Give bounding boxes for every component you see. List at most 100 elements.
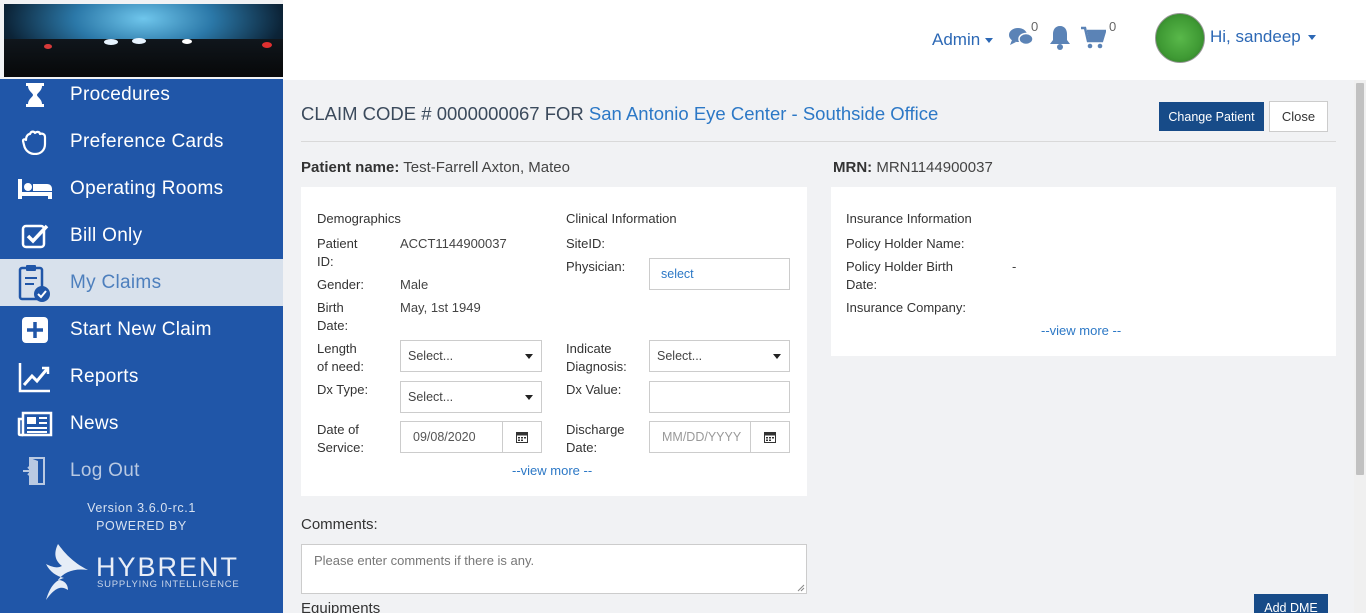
clinical-heading: Clinical Information [566, 211, 677, 226]
birth-date-value: May, 1st 1949 [400, 300, 481, 315]
cart-count: 0 [1109, 19, 1117, 34]
chevron-down-icon [525, 395, 533, 400]
gender-value: Male [400, 277, 429, 292]
patient-name-label: Patient name: [301, 159, 400, 176]
chevron-down-icon [525, 354, 533, 359]
hybrent-wing-icon [46, 544, 88, 600]
dx-value-label: Dx Value: [566, 382, 622, 397]
mrn-value: MRN1144900037 [876, 159, 993, 176]
dx-value-input[interactable] [649, 381, 790, 413]
admin-menu[interactable]: Admin [932, 30, 994, 50]
sidebar-item-label: Operating Rooms [70, 177, 224, 199]
patient-name-row: Patient name: Test-Farrell Axton, Mateo [301, 159, 570, 176]
scrollbar-thumb[interactable] [1356, 83, 1364, 475]
sidebar-item-label: My Claims [70, 271, 162, 293]
sidebar-item-label: Log Out [70, 459, 140, 481]
site-id-label: SiteID: [566, 236, 606, 251]
comments-textarea[interactable]: Please enter comments if there is any. [301, 544, 807, 594]
chevron-down-icon [1307, 35, 1316, 41]
checkbox-icon [0, 223, 70, 249]
clipboard-check-icon [0, 263, 70, 303]
messages-count: 0 [1031, 19, 1039, 34]
dx-type-select[interactable]: Select... [400, 381, 542, 413]
insurance-card: Insurance Information Policy Holder Name… [831, 187, 1336, 356]
close-button[interactable]: Close [1269, 101, 1328, 132]
discharge-date-label: Discharge Date: [566, 422, 625, 455]
patient-id-label: Patient ID: [317, 236, 358, 269]
change-patient-button[interactable]: Change Patient [1159, 102, 1264, 131]
comments-label: Comments: [301, 516, 378, 533]
chart-line-icon [0, 361, 70, 393]
user-greeting: Hi, sandeep [1210, 27, 1301, 46]
view-more-link[interactable]: --view more -- [512, 463, 592, 478]
page-title: CLAIM CODE # 0000000067 FOR San Antonio … [301, 103, 938, 125]
chevron-down-icon [985, 38, 994, 44]
chevron-down-icon [773, 354, 781, 359]
newspaper-icon [0, 411, 70, 437]
insurance-view-more-link[interactable]: --view more -- [1041, 323, 1121, 338]
sidebar-item-label: Start New Claim [70, 318, 212, 340]
sidebar-item-label: Reports [70, 365, 139, 387]
claim-code-label: CLAIM CODE # 0000000067 FOR [301, 103, 584, 124]
brand-tagline: SUPPLYING INTELLIGENCE [97, 579, 240, 590]
indicate-diagnosis-select[interactable]: Select... [649, 340, 790, 372]
date-of-service-label: Date of Service: [317, 422, 364, 455]
demographics-card: Demographics Patient ID: ACCT1144900037 G… [301, 187, 807, 496]
physician-label: Physician: [566, 259, 626, 274]
avatar[interactable] [1155, 13, 1205, 63]
sidebar-item-my-claims[interactable]: My Claims [0, 259, 283, 306]
powered-by-label: POWERED BY [96, 519, 187, 533]
indicate-diagnosis-label: Indicate Diagnosis: [566, 341, 627, 374]
sidebar: Procedures Preference Cards Operating Ro… [0, 79, 283, 613]
length-of-need-select[interactable]: Select... [400, 340, 542, 372]
patient-id-value: ACCT1144900037 [400, 236, 507, 251]
mrn-row: MRN: MRN1144900037 [833, 159, 993, 176]
sidebar-item-preference-cards[interactable]: Preference Cards [0, 118, 283, 165]
hybrent-logo: HYBRENT SUPPLYING INTELLIGENCE [44, 542, 244, 604]
dx-type-label: Dx Type: [317, 382, 369, 397]
discharge-date-input[interactable]: MM/DD/YYYY [649, 421, 751, 453]
plus-square-icon [0, 316, 70, 344]
calendar-icon[interactable] [750, 421, 790, 453]
physician-select[interactable]: select [649, 258, 790, 290]
bed-icon [0, 178, 70, 200]
app-logo[interactable] [4, 4, 283, 77]
demographics-heading: Demographics [317, 211, 401, 226]
birth-date-label: Birth Date: [317, 300, 349, 333]
sidebar-item-label: Procedures [70, 83, 171, 105]
app-version: Version 3.6.0-rc.1 [87, 501, 196, 515]
door-exit-icon [0, 456, 70, 486]
facility-link[interactable]: San Antonio Eye Center - Southside Offic… [589, 103, 938, 124]
policy-holder-name-label: Policy Holder Name: [846, 236, 965, 251]
policy-holder-birth-value: - [1012, 259, 1017, 274]
sidebar-item-reports[interactable]: Reports [0, 353, 283, 400]
bell-icon[interactable] [1048, 24, 1072, 55]
gender-label: Gender: [317, 277, 364, 292]
date-of-service-input[interactable]: 09/08/2020 [400, 421, 503, 453]
sidebar-item-start-new-claim[interactable]: Start New Claim [0, 306, 283, 353]
hourglass-icon [0, 82, 70, 108]
sidebar-item-bill-only[interactable]: Bill Only [0, 212, 283, 259]
calendar-icon[interactable] [502, 421, 542, 453]
glove-icon [0, 129, 70, 155]
top-header: Admin 0 0 Hi, sandeep [283, 0, 1366, 80]
title-divider [301, 141, 1336, 142]
sidebar-item-label: Bill Only [70, 224, 143, 246]
cart-icon[interactable] [1080, 26, 1107, 55]
equipments-heading: Equipments [301, 600, 381, 613]
resize-handle-icon[interactable] [797, 584, 805, 592]
insurance-company-label: Insurance Company: [846, 300, 966, 315]
sidebar-item-news[interactable]: News [0, 400, 283, 447]
patient-name-value: Test-Farrell Axton, Mateo [403, 159, 570, 176]
page-scrollbar[interactable] [1354, 80, 1366, 613]
sidebar-item-operating-rooms[interactable]: Operating Rooms [0, 165, 283, 212]
sidebar-item-label: News [70, 412, 119, 434]
sidebar-item-log-out[interactable]: Log Out [0, 447, 283, 494]
admin-label: Admin [932, 30, 981, 49]
sidebar-item-procedures[interactable]: Procedures [0, 71, 283, 118]
length-of-need-label: Length of need: [317, 341, 364, 374]
mrn-label: MRN: [833, 159, 873, 176]
insurance-heading: Insurance Information [846, 211, 972, 226]
add-dme-button[interactable]: Add DME [1254, 594, 1328, 613]
user-menu[interactable]: Hi, sandeep [1210, 27, 1316, 47]
